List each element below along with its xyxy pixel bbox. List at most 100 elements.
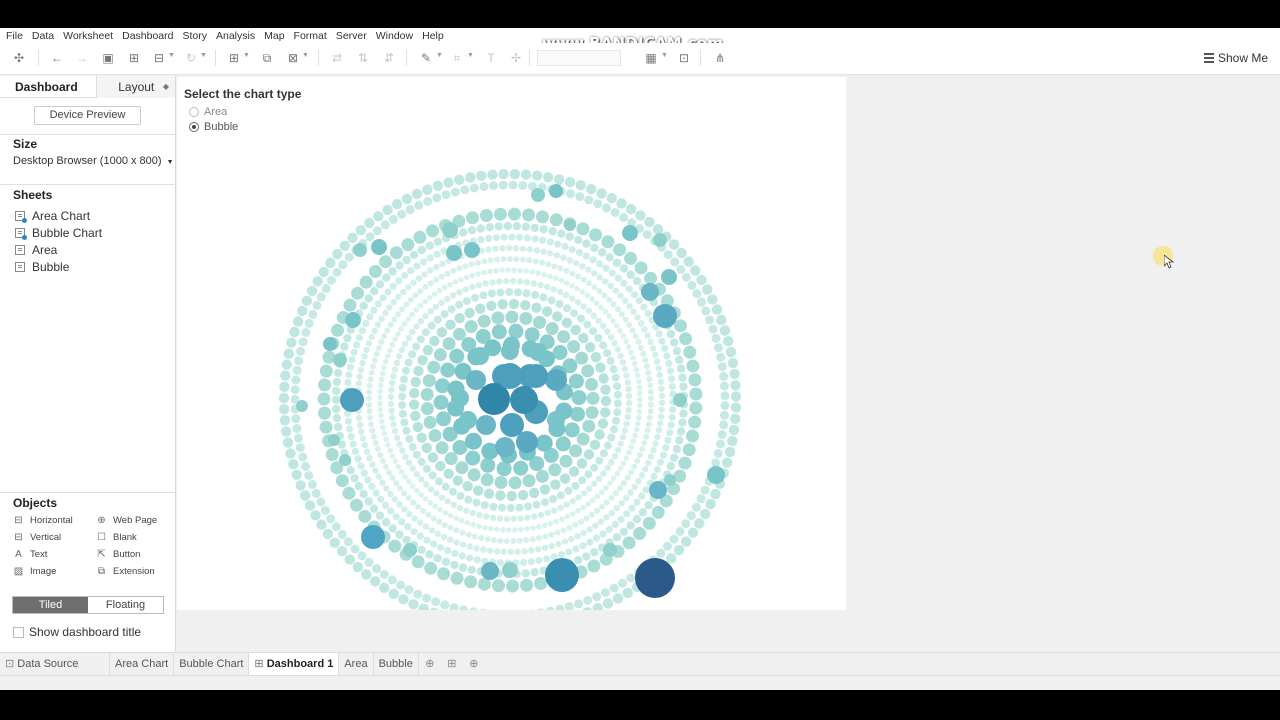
bubble-mark[interactable] xyxy=(417,302,424,309)
bubble-mark[interactable] xyxy=(312,301,322,310)
bubble-mark[interactable] xyxy=(443,177,454,188)
bubble-mark[interactable] xyxy=(577,314,585,323)
bubble-mark[interactable] xyxy=(617,515,625,523)
bubble-mark[interactable] xyxy=(402,473,408,480)
bubble-mark[interactable] xyxy=(395,293,402,300)
bubble-mark[interactable] xyxy=(535,270,541,276)
bubble-mark[interactable] xyxy=(572,259,580,267)
bubble-mark[interactable] xyxy=(494,222,503,231)
bubble-mark[interactable] xyxy=(623,420,630,427)
bubble-mark[interactable] xyxy=(611,453,619,460)
bubble-mark[interactable] xyxy=(644,271,658,285)
bubble-mark[interactable] xyxy=(566,257,573,264)
bubble-mark[interactable] xyxy=(391,496,398,503)
bubble-mark[interactable] xyxy=(601,235,615,249)
bubble-mark[interactable] xyxy=(416,335,425,344)
bubble-mark[interactable] xyxy=(479,182,489,192)
bubble-mark[interactable] xyxy=(520,300,531,311)
bubble-mark[interactable] xyxy=(599,449,608,458)
bubble-mark[interactable] xyxy=(427,267,434,274)
bubble-mark[interactable] xyxy=(381,333,388,340)
bubble-mark[interactable] xyxy=(668,413,676,421)
bubble-mark[interactable] xyxy=(488,525,494,532)
bubble-mark[interactable] xyxy=(485,246,492,253)
bubble-mark[interactable] xyxy=(535,556,543,564)
bubble-mark[interactable] xyxy=(281,426,292,437)
bubble-mark[interactable] xyxy=(647,338,654,346)
bubble-mark[interactable] xyxy=(586,183,597,195)
bubble-mark[interactable] xyxy=(592,592,602,602)
bubble-mark[interactable] xyxy=(354,482,364,491)
bubble-mark[interactable] xyxy=(678,456,692,470)
caret-down-icon[interactable]: ▼ xyxy=(302,52,309,59)
bubble-mark[interactable] xyxy=(364,217,375,229)
bubble-mark[interactable] xyxy=(435,378,450,394)
bubble-mark[interactable] xyxy=(405,283,412,291)
bubble-mark[interactable] xyxy=(545,558,579,592)
bubble-mark[interactable] xyxy=(551,263,558,270)
bubble-mark[interactable] xyxy=(619,264,629,273)
bubble-mark[interactable] xyxy=(442,510,449,516)
bubble-mark[interactable] xyxy=(339,454,351,466)
bubble-mark[interactable] xyxy=(506,244,513,252)
bubble-mark[interactable] xyxy=(553,174,565,185)
bubble-mark[interactable] xyxy=(391,199,403,210)
bubble-mark[interactable] xyxy=(364,497,373,506)
bubble-mark[interactable] xyxy=(523,268,529,274)
bubble-mark[interactable] xyxy=(398,326,404,332)
bubble-mark[interactable] xyxy=(520,169,532,180)
bubble-mark[interactable] xyxy=(361,353,368,360)
bubble-mark[interactable] xyxy=(568,535,575,543)
bubble-mark[interactable] xyxy=(298,337,308,347)
bubble-mark[interactable] xyxy=(666,553,677,564)
bubble-mark[interactable] xyxy=(450,292,457,299)
bubble-mark[interactable] xyxy=(331,522,341,532)
bubble-mark[interactable] xyxy=(471,347,489,365)
bubble-mark[interactable] xyxy=(611,373,620,382)
bubble-mark[interactable] xyxy=(319,420,333,434)
bubble-mark[interactable] xyxy=(604,464,611,472)
bubble-mark[interactable] xyxy=(422,464,431,473)
bubble-mark[interactable] xyxy=(335,474,349,488)
bubble-mark[interactable] xyxy=(644,501,653,510)
bubble-mark[interactable] xyxy=(554,529,561,536)
bubble-mark[interactable] xyxy=(691,502,701,512)
bubble-mark[interactable] xyxy=(374,446,381,453)
bubble-mark[interactable] xyxy=(493,207,507,221)
bubble-mark[interactable] xyxy=(645,369,652,376)
fix-axes-icon[interactable]: ✢ xyxy=(509,51,523,65)
group-icon[interactable]: ⌗ xyxy=(450,51,464,65)
bubble-mark[interactable] xyxy=(496,515,504,522)
bubble-mark[interactable] xyxy=(630,308,637,315)
bubble-mark[interactable] xyxy=(535,535,542,541)
bubble-mark[interactable] xyxy=(676,364,686,373)
bubble-mark[interactable] xyxy=(598,373,609,384)
bubble-mark[interactable] xyxy=(657,413,665,420)
bubble-mark[interactable] xyxy=(626,521,635,530)
bubble-mark[interactable] xyxy=(481,258,488,265)
bubble-mark[interactable] xyxy=(633,498,641,506)
bubble-mark[interactable] xyxy=(388,539,402,553)
bubble-mark[interactable] xyxy=(333,368,343,378)
bubble-mark[interactable] xyxy=(282,437,294,448)
bubble-mark[interactable] xyxy=(590,352,602,363)
bubble-mark[interactable] xyxy=(292,365,302,375)
bubble-mark[interactable] xyxy=(411,188,423,200)
bubble-mark[interactable] xyxy=(575,248,583,257)
bubble-mark[interactable] xyxy=(624,474,631,481)
bubble-mark[interactable] xyxy=(634,261,648,275)
bubble-mark[interactable] xyxy=(716,314,727,326)
bubble-mark[interactable] xyxy=(575,192,585,202)
bubble-mark[interactable] xyxy=(459,228,468,237)
bubble-mark[interactable] xyxy=(690,265,701,276)
bubble-mark[interactable] xyxy=(406,510,413,518)
bubble-mark[interactable] xyxy=(411,515,418,522)
bubble-mark[interactable] xyxy=(524,514,531,521)
bubble-mark[interactable] xyxy=(467,565,476,574)
bubble-mark[interactable] xyxy=(414,200,424,210)
bubble-mark[interactable] xyxy=(480,501,489,510)
bubble-mark[interactable] xyxy=(558,277,564,284)
bubble-mark[interactable] xyxy=(675,436,684,445)
bubble-mark[interactable] xyxy=(515,503,524,512)
bubble-mark[interactable] xyxy=(564,513,571,520)
